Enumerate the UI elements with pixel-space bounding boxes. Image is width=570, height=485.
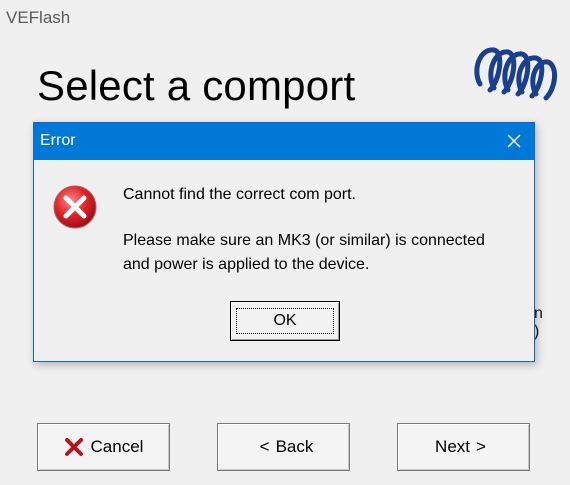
error-icon bbox=[53, 185, 97, 229]
back-button-label: Back bbox=[275, 437, 314, 456]
ok-button-label: OK bbox=[273, 312, 297, 329]
victron-logo-icon bbox=[474, 47, 557, 101]
cancel-button-label: Cancel bbox=[90, 437, 144, 456]
title-bar: VEFlash bbox=[0, 0, 570, 38]
error-dialog: Error Cannot find the correct com port. … bbox=[33, 122, 535, 362]
chevron-right-icon: > bbox=[476, 437, 486, 456]
back-button[interactable]: < Back bbox=[217, 423, 350, 471]
chevron-left-icon: < bbox=[259, 437, 270, 456]
error-message-line-2: Please make sure an MK3 (or similar) is … bbox=[123, 232, 485, 249]
cancel-button[interactable]: Cancel bbox=[37, 423, 170, 471]
red-x-icon bbox=[64, 438, 83, 456]
next-button[interactable]: Next > bbox=[397, 423, 530, 471]
error-message-line-1: Cannot find the correct com port. bbox=[123, 186, 356, 203]
ok-button[interactable]: OK bbox=[230, 301, 340, 341]
dialog-title: Error bbox=[40, 132, 76, 149]
error-message-line-3: and power is applied to the device. bbox=[123, 256, 370, 273]
close-icon[interactable] bbox=[504, 131, 524, 151]
window-title: VEFlash bbox=[6, 8, 71, 27]
dialog-title-bar: Error bbox=[34, 123, 534, 160]
page-heading: Select a comport bbox=[37, 62, 356, 109]
obscured-text-fragment-1: n bbox=[534, 305, 543, 322]
next-button-label: Next bbox=[435, 437, 471, 456]
